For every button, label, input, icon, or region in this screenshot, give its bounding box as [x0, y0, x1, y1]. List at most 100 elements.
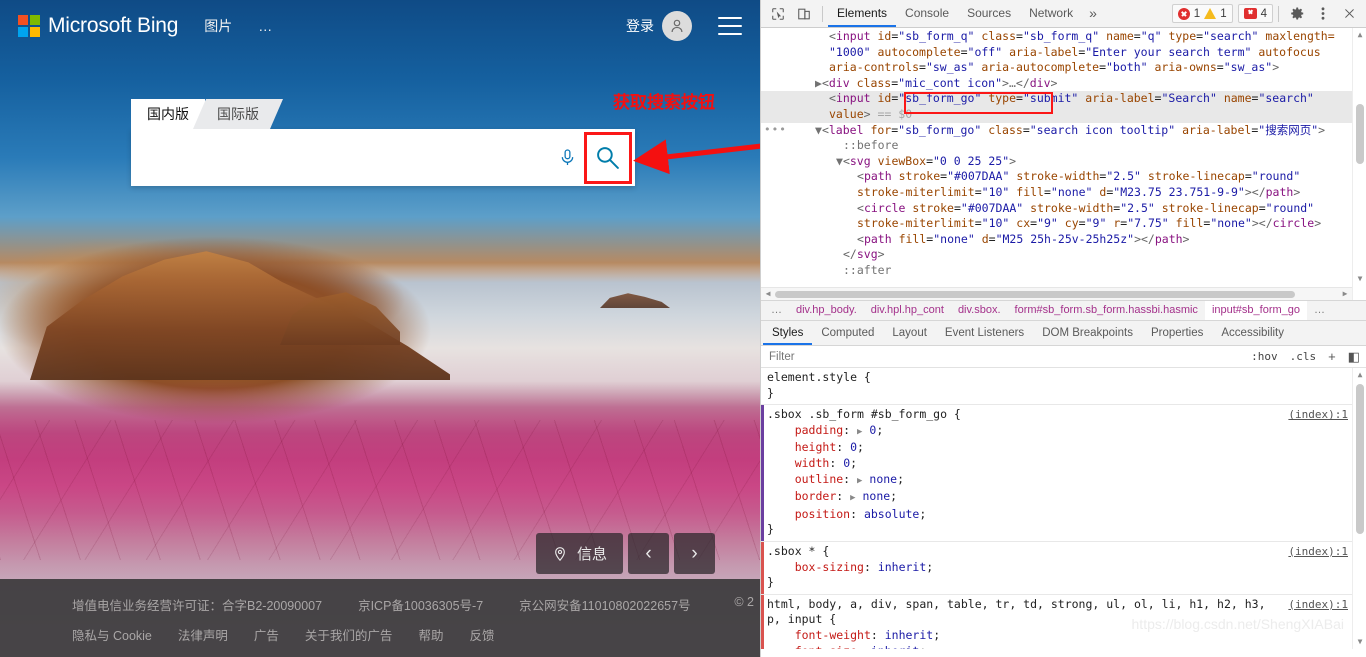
breadcrumb-item[interactable]: div.sbox.	[951, 301, 1008, 320]
scroll-down-icon[interactable]: ▼	[1353, 272, 1366, 286]
footer-link-ads[interactable]: 广告	[254, 625, 279, 644]
scroll-left-icon[interactable]: ◀	[761, 286, 775, 300]
signin-label[interactable]: 登录	[626, 16, 654, 36]
css-declaration[interactable]: padding: ▶ 0;	[761, 423, 1366, 441]
styles-subtab-dom-breakpoints[interactable]: DOM Breakpoints	[1033, 321, 1142, 345]
styles-scroll-up-icon[interactable]: ▲	[1353, 368, 1366, 382]
tab-elements[interactable]: Elements	[828, 0, 897, 27]
css-declaration[interactable]: position: absolute;	[761, 507, 1366, 523]
tab-sources[interactable]: Sources	[958, 0, 1020, 27]
footer-link-about-ads[interactable]: 关于我们的广告	[305, 625, 393, 644]
footer-link-privacy[interactable]: 隐私与 Cookie	[72, 625, 152, 644]
toggle-sidebar-icon[interactable]: ◧	[1342, 349, 1366, 365]
dom-node-line[interactable]: value> == $0	[761, 106, 1352, 123]
breadcrumb-item[interactable]: input#sb_form_go	[1204, 301, 1307, 320]
css-rule[interactable]: element.style {}	[761, 368, 1366, 406]
breadcrumb-item[interactable]: div.hpl.hp_cont	[864, 301, 951, 320]
css-declaration[interactable]: border: ▶ none;	[761, 489, 1366, 507]
css-declaration[interactable]: height: 0;	[761, 440, 1366, 456]
dom-node-line[interactable]: ▼<svg viewBox="0 0 25 25">	[761, 154, 1352, 170]
breadcrumb-item[interactable]: form#sb_form.sb_form.hassbi.hasmic	[1008, 301, 1205, 320]
dom-node-line[interactable]: </svg>	[761, 247, 1352, 263]
footer-link-feedback[interactable]: 反馈	[469, 625, 494, 644]
tab-console[interactable]: Console	[896, 0, 958, 27]
footer-license-2[interactable]: 京ICP备10036305号-7	[358, 595, 483, 614]
styles-subtab-properties[interactable]: Properties	[1142, 321, 1212, 345]
footer-link-help[interactable]: 帮助	[418, 625, 443, 644]
css-rule[interactable]: (index):1 html, body, a, div, span, table…	[761, 594, 1366, 650]
hov-button[interactable]: :hov	[1245, 350, 1284, 363]
scroll-right-icon[interactable]: ▶	[1338, 286, 1352, 300]
search-submit-button[interactable]	[584, 131, 632, 184]
css-declaration[interactable]: outline: ▶ none;	[761, 472, 1366, 490]
tab-international[interactable]: 国际版	[193, 99, 283, 129]
css-declaration[interactable]: font-size: inherit;	[761, 644, 1366, 650]
cls-button[interactable]: .cls	[1284, 350, 1323, 363]
styles-filter-input[interactable]	[761, 346, 1246, 367]
styles-pane[interactable]: element.style {} (index):1 .sbox .sb_form …	[761, 368, 1366, 649]
dom-node-line[interactable]: ::after	[761, 263, 1352, 279]
dom-tree[interactable]: <input id="sb_form_q" class="sb_form_q" …	[761, 28, 1366, 300]
image-prev-button[interactable]: ‹	[628, 533, 670, 574]
dom-node-line[interactable]: aria-controls="sw_as" aria-autocomplete=…	[761, 60, 1352, 76]
dom-node-line[interactable]: stroke-miterlimit="10" cx="9" cy="9" r="…	[761, 216, 1352, 232]
dom-node-line[interactable]: <circle stroke="#007DAA" stroke-width="2…	[761, 201, 1352, 217]
styles-subtab-accessibility[interactable]: Accessibility	[1212, 321, 1293, 345]
dom-row-badge-dots[interactable]: •••	[764, 122, 787, 138]
dom-node-line[interactable]: ▶<div class="mic_cont icon">…</div>	[761, 76, 1352, 92]
css-selector[interactable]: element.style {	[761, 370, 1366, 386]
css-selector[interactable]: html, body, a, div, span, table, tr, td,…	[761, 597, 1366, 628]
styles-scroll-down-icon[interactable]: ▼	[1353, 635, 1366, 649]
image-next-button[interactable]: ›	[674, 533, 716, 574]
dom-horizontal-scrollbar[interactable]: ◀ ▶	[761, 287, 1352, 300]
css-declaration[interactable]: font-weight: inherit;	[761, 628, 1366, 644]
close-icon[interactable]	[1336, 2, 1362, 26]
styles-scroll-thumb[interactable]	[1356, 384, 1364, 534]
css-rule-source-link[interactable]: (index):1	[1288, 407, 1348, 423]
styles-subtab-layout[interactable]: Layout	[883, 321, 936, 345]
css-rule-source-link[interactable]: (index):1	[1288, 544, 1348, 560]
dom-hscroll-thumb[interactable]	[775, 291, 1295, 298]
breadcrumb-item[interactable]: div.hp_body.	[789, 301, 864, 320]
tab-overflow-icon[interactable]: »	[1082, 0, 1104, 27]
css-selector[interactable]: .sbox * {	[761, 544, 1366, 560]
error-warning-badges[interactable]: 1 1	[1171, 4, 1233, 23]
css-rule[interactable]: (index):1 .sbox .sb_form #sb_form_go { pa…	[761, 405, 1366, 542]
plus-icon[interactable]: +	[1322, 349, 1342, 364]
dom-node-line[interactable]: ▼<label for="sb_form_go" class="search i…	[761, 123, 1352, 139]
nav-images[interactable]: 图片	[204, 16, 232, 36]
css-rule[interactable]: (index):1 .sbox * { box-sizing: inherit;}	[761, 541, 1366, 595]
microphone-icon[interactable]	[550, 130, 584, 185]
nav-more-icon[interactable]: …	[258, 18, 272, 34]
dom-node-line[interactable]: "1000" autocomplete="off" aria-label="En…	[761, 45, 1352, 61]
dom-node-line[interactable]: <path fill="none" d="M25 25h-25v-25h25z"…	[761, 232, 1352, 248]
dom-scroll-thumb[interactable]	[1356, 104, 1364, 164]
css-selector[interactable]: .sbox .sb_form #sb_form_go {	[761, 407, 1366, 423]
styles-subtab-styles[interactable]: Styles	[763, 321, 813, 345]
issues-badge[interactable]: 4	[1237, 4, 1273, 23]
footer-link-legal[interactable]: 法律声明	[178, 625, 228, 644]
dom-node-line[interactable]: <input id="sb_form_go" type="submit" ari…	[761, 91, 1352, 107]
css-declaration[interactable]: width: 0;	[761, 456, 1366, 472]
dom-node-line[interactable]: ::before	[761, 138, 1352, 154]
breadcrumb-item[interactable]: …	[1307, 301, 1332, 320]
more-vertical-icon[interactable]	[1310, 2, 1336, 26]
tab-domestic[interactable]: 国内版	[131, 99, 205, 129]
avatar[interactable]	[662, 11, 692, 41]
scroll-up-icon[interactable]: ▲	[1353, 28, 1366, 42]
hamburger-icon[interactable]	[718, 17, 742, 35]
styles-subtab-event-listeners[interactable]: Event Listeners	[936, 321, 1033, 345]
search-input[interactable]	[131, 130, 550, 185]
gear-icon[interactable]	[1284, 2, 1310, 26]
dom-vertical-scrollbar[interactable]: ▲ ▼	[1352, 28, 1366, 300]
inspect-cursor-icon[interactable]	[765, 2, 791, 26]
footer-license-3[interactable]: 京公网安备11010802022657号	[519, 595, 690, 614]
breadcrumb-item[interactable]: …	[764, 301, 789, 320]
device-toolbar-icon[interactable]	[791, 2, 817, 26]
css-declaration[interactable]: box-sizing: inherit;	[761, 560, 1366, 576]
image-info-button[interactable]: 信息	[536, 533, 624, 574]
styles-vertical-scrollbar[interactable]: ▲ ▼	[1352, 368, 1366, 649]
tab-network[interactable]: Network	[1020, 0, 1082, 27]
css-rule-source-link[interactable]: (index):1	[1288, 597, 1348, 613]
styles-subtab-computed[interactable]: Computed	[812, 321, 883, 345]
